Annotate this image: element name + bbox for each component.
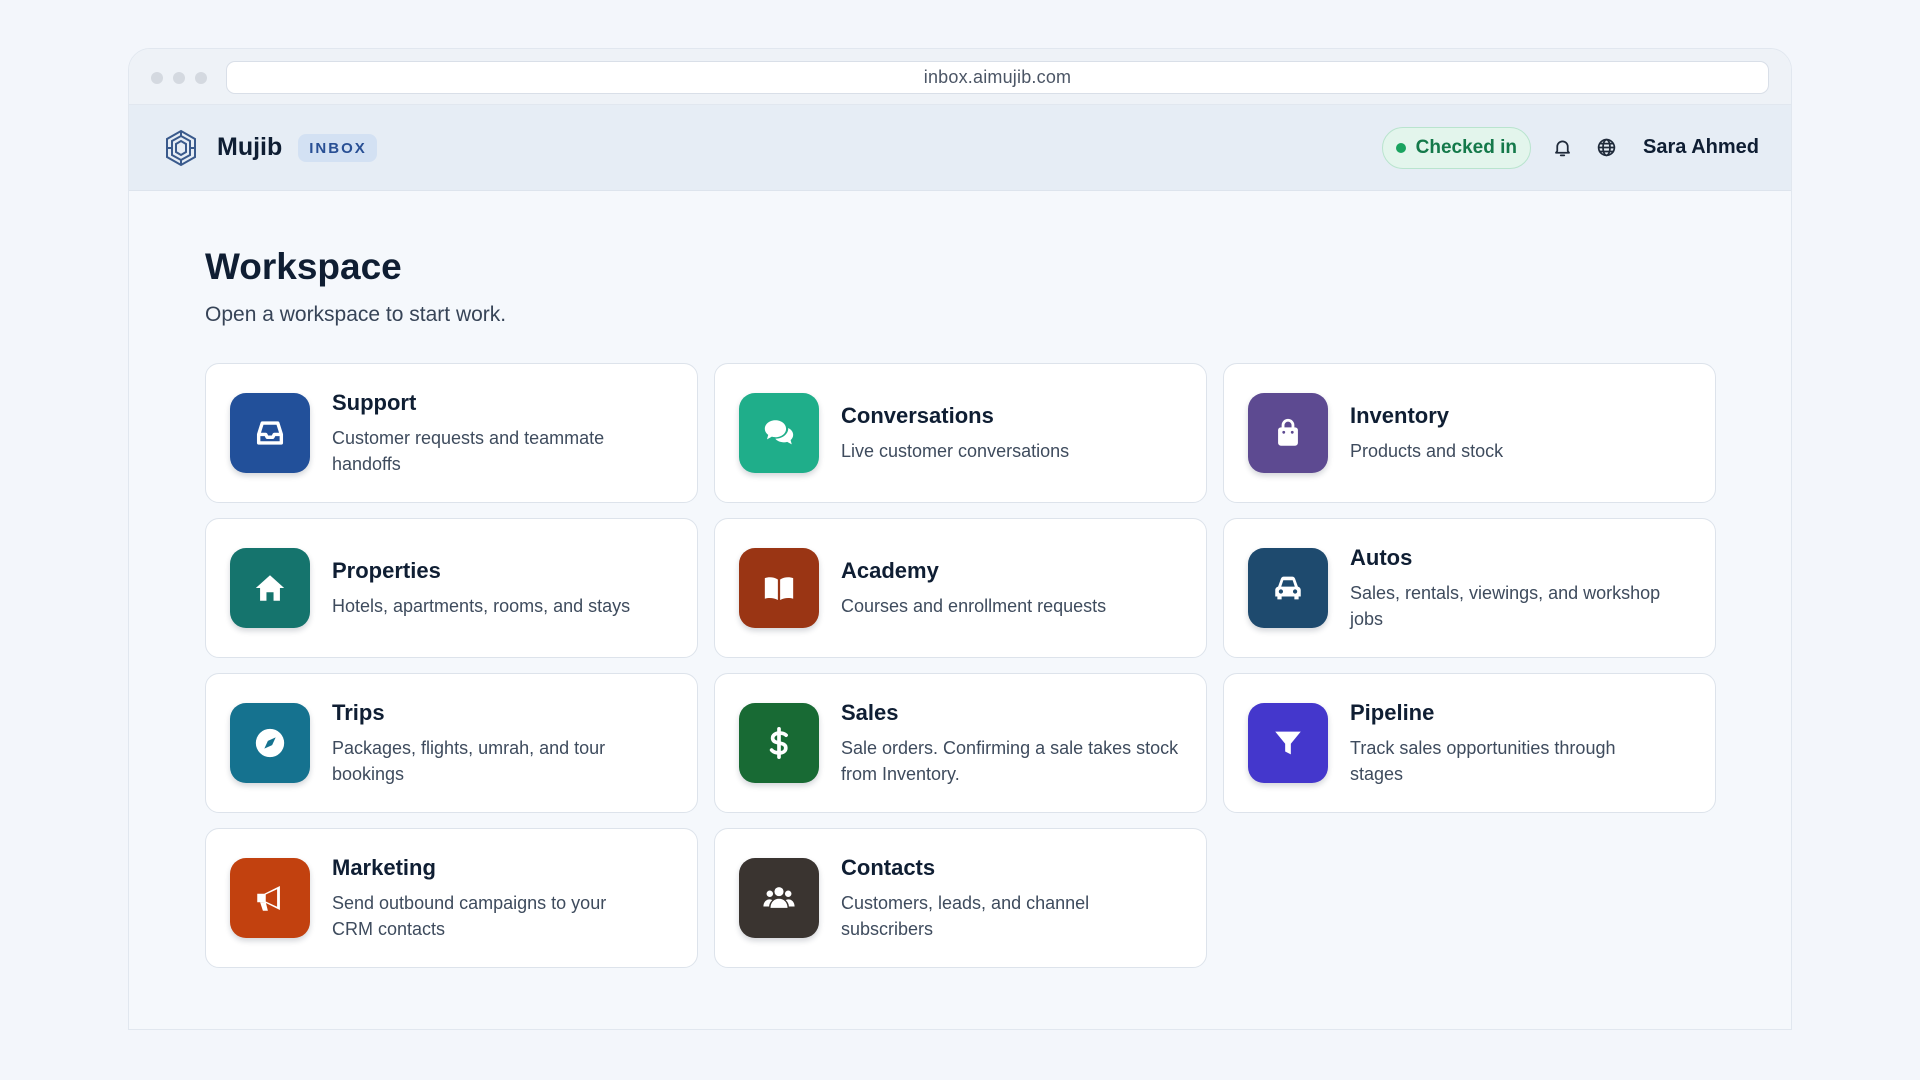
inbox-tray-icon	[230, 393, 310, 473]
workspace-description: Hotels, apartments, rooms, and stays	[332, 595, 631, 616]
brand-name: Mujib	[217, 133, 283, 161]
status-label: Checked in	[1415, 136, 1518, 158]
workspace-title: Contacts	[841, 854, 936, 880]
home-icon	[230, 548, 310, 628]
megaphone-icon	[230, 858, 310, 938]
page-subtitle: Open a workspace to start work.	[205, 303, 507, 326]
window-controls	[151, 72, 207, 84]
workspace-description: Packages, flights, umrah, and tour booki…	[332, 737, 606, 784]
address-bar[interactable]: inbox.aimujib.com	[226, 61, 1769, 94]
workspace-card-academy[interactable]: Academy Courses and enrollment requests	[714, 518, 1207, 658]
header-actions: Checked in Sara Ahmed	[1381, 126, 1759, 169]
workspace-card-sales[interactable]: Sales Sale orders. Confirming a sale tak…	[714, 673, 1207, 813]
workspace-description: Sales, rentals, viewings, and workshop j…	[1350, 582, 1661, 629]
workspace-title: Academy	[841, 557, 939, 583]
workspace-description: Sale orders. Confirming a sale takes sto…	[841, 737, 1179, 784]
workspace-description: Track sales opportunities through stages	[1350, 737, 1616, 784]
window-maximize-dot[interactable]	[195, 72, 207, 84]
app-header: Mujib INBOX Checked in Sara Ahmed	[129, 105, 1791, 191]
user-name[interactable]: Sara Ahmed	[1643, 136, 1759, 159]
browser-toolbar: inbox.aimujib.com	[129, 49, 1791, 105]
workspace-title: Marketing	[332, 854, 436, 880]
workspace-title: Inventory	[1350, 402, 1450, 428]
browser-window: inbox.aimujib.com Mujib INBOX Checked in…	[128, 48, 1792, 1030]
workspace-title: Sales	[841, 699, 899, 725]
window-close-dot[interactable]	[151, 72, 163, 84]
bell-icon[interactable]	[1551, 137, 1573, 159]
brand[interactable]: Mujib INBOX	[161, 128, 377, 168]
workspace-description: Customer requests and teammate handoffs	[332, 427, 605, 474]
workspace-description: Customers, leads, and channel subscriber…	[841, 892, 1090, 939]
status-badge[interactable]: Checked in	[1381, 126, 1532, 169]
compass-icon	[230, 703, 310, 783]
car-icon	[1248, 548, 1328, 628]
workspace-title: Autos	[1350, 544, 1413, 570]
workspace-description: Courses and enrollment requests	[841, 595, 1107, 616]
window-minimize-dot[interactable]	[173, 72, 185, 84]
product-badge: INBOX	[298, 133, 377, 162]
workspace-card-autos[interactable]: Autos Sales, rentals, viewings, and work…	[1223, 518, 1716, 658]
workspace-card-contacts[interactable]: Contacts Customers, leads, and channel s…	[714, 828, 1207, 968]
workspace-card-inventory[interactable]: Inventory Products and stock	[1223, 363, 1716, 503]
dollar-icon	[739, 703, 819, 783]
shopping-bag-icon	[1248, 393, 1328, 473]
workspace-description: Live customer conversations	[841, 440, 1070, 461]
workspace-card-properties[interactable]: Properties Hotels, apartments, rooms, an…	[205, 518, 698, 658]
workspace-card-support[interactable]: Support Customer requests and teammate h…	[205, 363, 698, 503]
workspace-title: Pipeline	[1350, 699, 1435, 725]
open-book-icon	[739, 548, 819, 628]
mujib-logo-icon	[161, 128, 201, 168]
workspace-title: Conversations	[841, 402, 994, 428]
workspace-grid: Support Customer requests and teammate h…	[205, 363, 1716, 968]
workspace-description: Products and stock	[1350, 440, 1504, 461]
users-icon	[739, 858, 819, 938]
workspace-card-conversations[interactable]: Conversations Live customer conversation…	[714, 363, 1207, 503]
globe-icon[interactable]	[1595, 137, 1617, 159]
chat-bubbles-icon	[739, 393, 819, 473]
status-dot-icon	[1395, 142, 1406, 153]
workspace-title: Properties	[332, 557, 441, 583]
page-title: Workspace	[205, 246, 402, 287]
workspace-title: Support	[332, 389, 417, 415]
workspace-description: Send outbound campaigns to your CRM cont…	[332, 892, 607, 939]
main-content: Workspace Open a workspace to start work…	[129, 191, 1791, 968]
workspace-card-pipeline[interactable]: Pipeline Track sales opportunities throu…	[1223, 673, 1716, 813]
workspace-title: Trips	[332, 699, 385, 725]
workspace-card-marketing[interactable]: Marketing Send outbound campaigns to you…	[205, 828, 698, 968]
workspace-card-trips[interactable]: Trips Packages, flights, umrah, and tour…	[205, 673, 698, 813]
funnel-icon	[1248, 703, 1328, 783]
